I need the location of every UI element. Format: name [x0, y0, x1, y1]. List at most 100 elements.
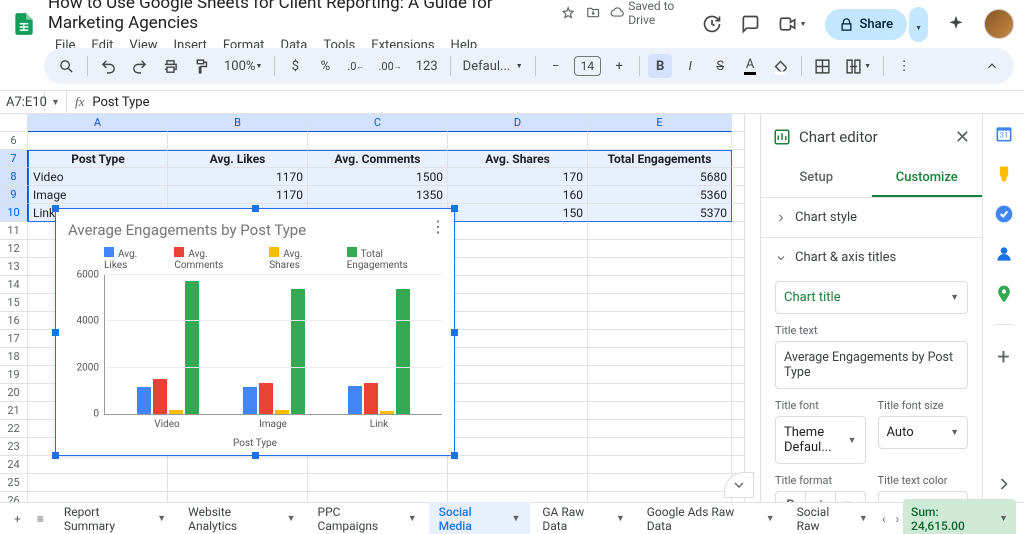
row-header[interactable]: 13: [0, 258, 28, 276]
contacts-icon[interactable]: [994, 244, 1014, 264]
save-status[interactable]: Saved to Drive: [610, 0, 692, 27]
col-header[interactable]: D: [448, 114, 588, 132]
row-header[interactable]: 14: [0, 276, 28, 294]
col-header[interactable]: E: [588, 114, 732, 132]
close-panel-icon[interactable]: ✕: [955, 127, 970, 148]
cell[interactable]: [448, 258, 588, 276]
italic-button[interactable]: I: [678, 54, 702, 78]
cell[interactable]: [28, 132, 168, 150]
cell[interactable]: 5360: [588, 186, 732, 204]
gemini-icon[interactable]: [946, 14, 966, 34]
row-header[interactable]: 26: [0, 492, 28, 502]
cell[interactable]: [448, 384, 588, 402]
cell[interactable]: 1350: [308, 186, 448, 204]
cell[interactable]: [28, 474, 168, 492]
all-sheets-icon[interactable]: ≡: [31, 508, 50, 530]
row-header[interactable]: 10: [0, 204, 28, 222]
cell[interactable]: Avg. Likes: [168, 150, 308, 168]
fx-icon[interactable]: fx: [67, 94, 92, 110]
share-button[interactable]: Share: [825, 9, 908, 40]
comments-icon[interactable]: [740, 14, 760, 34]
cell[interactable]: [448, 492, 588, 502]
col-header[interactable]: A: [28, 114, 168, 132]
col-header[interactable]: C: [308, 114, 448, 132]
section-chart-style[interactable]: Chart style: [761, 198, 982, 237]
chart-menu-icon[interactable]: ⋮: [430, 217, 446, 236]
cell[interactable]: [448, 240, 588, 258]
cell[interactable]: [448, 366, 588, 384]
cell[interactable]: [588, 132, 732, 150]
cell[interactable]: Post Type: [28, 150, 168, 168]
collapse-toolbar-icon[interactable]: [980, 54, 1004, 78]
borders-button[interactable]: [810, 54, 835, 78]
cell[interactable]: [28, 456, 168, 474]
undo-icon[interactable]: [96, 54, 121, 78]
cell[interactable]: [588, 294, 732, 312]
fill-color[interactable]: [768, 54, 793, 78]
cell[interactable]: [588, 366, 732, 384]
zoom-select[interactable]: 100% ▼: [220, 54, 266, 78]
text-color[interactable]: A: [738, 54, 762, 78]
row-header[interactable]: 11: [0, 222, 28, 240]
tasks-icon[interactable]: [994, 204, 1014, 224]
name-box[interactable]: A7:E10: [0, 91, 45, 113]
row-header[interactable]: 19: [0, 366, 28, 384]
cell[interactable]: Avg. Shares: [448, 150, 588, 168]
row-header[interactable]: 18: [0, 348, 28, 366]
star-icon[interactable]: [561, 4, 575, 21]
strikethrough-button[interactable]: S: [708, 54, 732, 78]
move-to-folder-icon[interactable]: [586, 4, 600, 21]
row-header[interactable]: 16: [0, 312, 28, 330]
increase-font[interactable]: +: [607, 54, 631, 78]
doc-title[interactable]: How to Use Google Sheets for Client Repo…: [48, 0, 551, 33]
row-header[interactable]: 9: [0, 186, 28, 204]
cell[interactable]: 170: [448, 168, 588, 186]
font-select[interactable]: Defaul...▼: [459, 54, 527, 78]
cell[interactable]: [588, 438, 732, 456]
cell[interactable]: [448, 456, 588, 474]
cell[interactable]: [168, 474, 308, 492]
scroll-tabs-right-icon[interactable]: ›: [895, 512, 899, 526]
col-header[interactable]: B: [168, 114, 308, 132]
cell[interactable]: [448, 222, 588, 240]
scroll-tabs-left-icon[interactable]: ‹: [882, 512, 886, 526]
cell[interactable]: 160: [448, 186, 588, 204]
cell[interactable]: [308, 132, 448, 150]
tab-setup[interactable]: Setup: [761, 160, 872, 197]
cell[interactable]: [168, 132, 308, 150]
currency-format[interactable]: $: [283, 54, 307, 78]
redo-icon[interactable]: [127, 54, 152, 78]
share-dropdown[interactable]: ▼: [909, 7, 928, 42]
cell[interactable]: [588, 276, 732, 294]
bold-button[interactable]: B: [648, 54, 672, 78]
cell[interactable]: [588, 420, 732, 438]
formula-input[interactable]: Post Type: [92, 95, 149, 110]
cell[interactable]: 150: [448, 204, 588, 222]
cell[interactable]: [588, 240, 732, 258]
title-font-select[interactable]: Theme Defaul...▼: [775, 416, 866, 464]
cell[interactable]: [588, 402, 732, 420]
cell[interactable]: 1170: [168, 186, 308, 204]
cell[interactable]: [168, 492, 308, 502]
sheet-tab[interactable]: GA Raw Data▼: [532, 499, 634, 534]
cell[interactable]: [308, 492, 448, 502]
account-avatar[interactable]: [984, 9, 1014, 39]
row-header[interactable]: 15: [0, 294, 28, 312]
title-text-input[interactable]: Average Engagements by Post Type: [775, 341, 968, 389]
cell[interactable]: [448, 474, 588, 492]
paint-format-icon[interactable]: [189, 54, 214, 78]
decrease-decimal[interactable]: .0←: [343, 54, 368, 78]
sheet-tab[interactable]: Website Analytics▼: [178, 499, 305, 534]
sheets-logo-icon[interactable]: [10, 7, 38, 41]
row-header[interactable]: 20: [0, 384, 28, 402]
cell[interactable]: [588, 456, 732, 474]
cell[interactable]: [28, 492, 168, 502]
cell[interactable]: [168, 456, 308, 474]
sheet-tab[interactable]: Social Raw▼: [787, 499, 878, 534]
cell[interactable]: [588, 384, 732, 402]
more-formats[interactable]: 123: [412, 54, 442, 78]
maps-icon[interactable]: [994, 284, 1014, 304]
keep-icon[interactable]: [994, 164, 1014, 184]
print-icon[interactable]: [158, 54, 183, 78]
cell[interactable]: 5370: [588, 204, 732, 222]
